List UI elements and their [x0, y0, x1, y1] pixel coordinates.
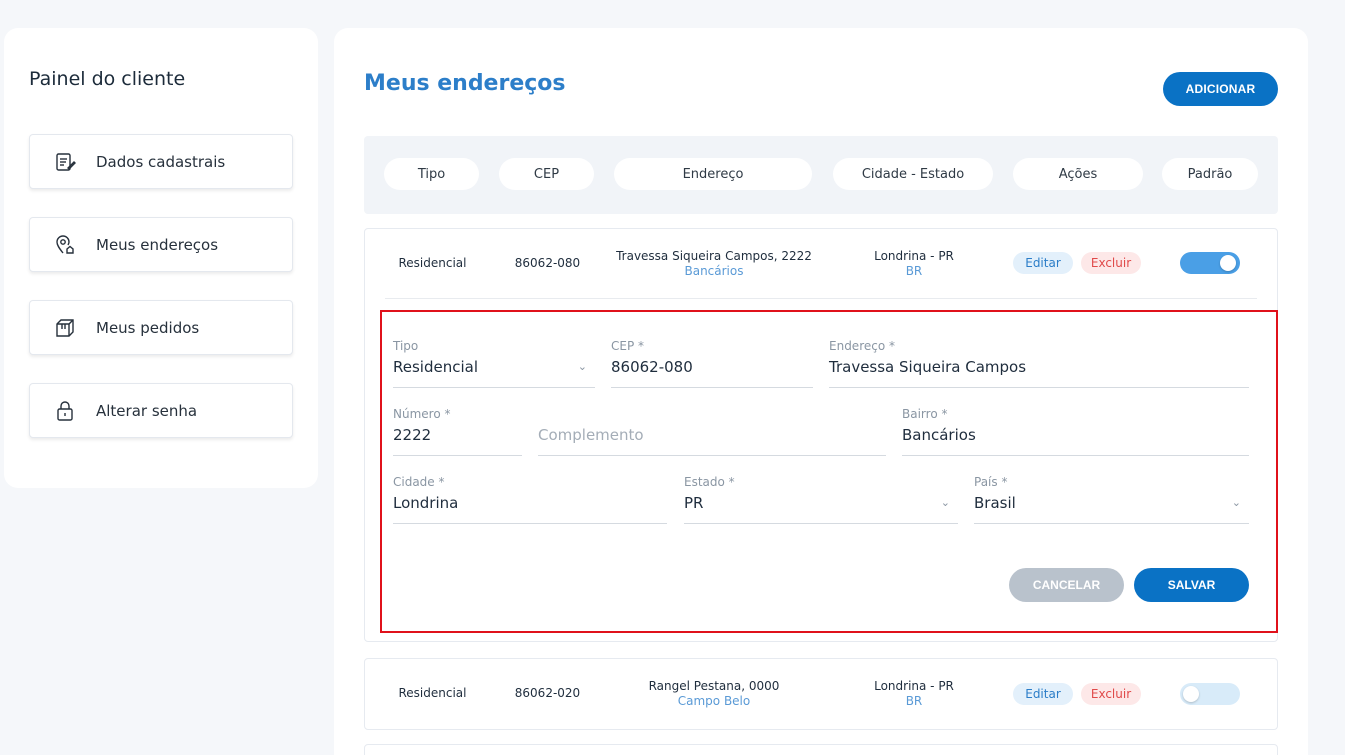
default-toggle[interactable]	[1180, 252, 1240, 274]
column-header-padrao: Padrão	[1162, 158, 1258, 190]
delete-button[interactable]: Excluir	[1081, 252, 1141, 274]
default-toggle[interactable]	[1180, 683, 1240, 705]
cidade-value: Londrina	[393, 494, 459, 512]
row-endereco-street: Travessa Siqueira Campos, 2222	[616, 249, 812, 263]
row-tipo: Residencial	[398, 256, 467, 270]
profile-form-icon	[54, 151, 76, 173]
complemento-placeholder: Complemento	[538, 426, 644, 444]
row-endereco-bairro: Campo Belo	[677, 694, 751, 708]
sidebar: Painel do cliente Dados cadastrais Meus …	[4, 28, 318, 488]
row-cidade: Londrina - PR BR	[834, 249, 994, 279]
numero-label: Número *	[393, 407, 451, 421]
column-header-cidade-estado: Cidade - Estado	[833, 158, 993, 190]
row-endereco-street: Rangel Pestana, 0000	[648, 679, 780, 693]
sidebar-item-label: Alterar senha	[96, 401, 198, 420]
toggle-knob	[1183, 686, 1199, 702]
sidebar-item-meus-enderecos[interactable]: Meus endereços	[29, 217, 293, 272]
row-endereco: Travessa Siqueira Campos, 2222 Bancários	[595, 249, 833, 279]
numero-value: 2222	[393, 426, 432, 444]
cep-value: 86062-080	[611, 358, 693, 376]
cep-field[interactable]: CEP * 86062-080	[611, 320, 813, 388]
tipo-select[interactable]: Tipo Residencial ⌄	[393, 320, 595, 388]
chevron-down-icon: ⌄	[940, 496, 950, 509]
tipo-value: Residencial	[393, 358, 478, 376]
tipo-label: Tipo	[393, 339, 419, 353]
row-pais: BR	[905, 694, 923, 708]
bairro-label: Bairro *	[902, 407, 948, 421]
pais-label: País *	[974, 475, 1008, 489]
map-pin-icon	[54, 234, 76, 256]
add-address-button[interactable]: ADICIONAR	[1163, 72, 1278, 106]
endereco-field[interactable]: Endereço * Travessa Siqueira Campos	[829, 320, 1249, 388]
sidebar-item-dados-cadastrais[interactable]: Dados cadastrais	[29, 134, 293, 189]
row-cep: 86062-080	[514, 256, 581, 270]
complemento-field[interactable]: Complemento	[538, 388, 886, 456]
sidebar-item-alterar-senha[interactable]: Alterar senha	[29, 383, 293, 438]
chevron-down-icon: ⌄	[1231, 496, 1241, 509]
sidebar-item-label: Dados cadastrais	[96, 152, 226, 171]
sidebar-item-label: Meus pedidos	[96, 318, 200, 337]
endereco-label: Endereço *	[829, 339, 895, 353]
row-tipo: Residencial	[398, 686, 467, 700]
column-header-tipo: Tipo	[384, 158, 479, 190]
bairro-field[interactable]: Bairro * Bancários	[902, 388, 1249, 456]
sidebar-item-label: Meus endereços	[96, 235, 219, 254]
row-cidade-estado: Londrina - PR	[874, 249, 954, 263]
pais-select[interactable]: País * Brasil ⌄	[974, 456, 1249, 524]
row-cidade: Londrina - PR BR	[834, 679, 994, 709]
chevron-down-icon: ⌄	[577, 360, 587, 373]
row-endereco: Rangel Pestana, 0000 Campo Belo	[595, 679, 833, 709]
estado-select[interactable]: Estado * PR ⌄	[684, 456, 958, 524]
column-header-cep: CEP	[499, 158, 594, 190]
pais-value: Brasil	[974, 494, 1016, 512]
row-endereco-bairro: Bancários	[684, 264, 744, 278]
toggle-knob	[1220, 255, 1236, 271]
estado-label: Estado *	[684, 475, 735, 489]
save-button[interactable]: SALVAR	[1134, 568, 1249, 602]
lock-icon	[54, 400, 76, 422]
edit-button[interactable]: Editar	[1013, 252, 1073, 274]
column-header-endereco: Endereço	[614, 158, 812, 190]
estado-value: PR	[684, 494, 704, 512]
row-cidade-estado: Londrina - PR	[874, 679, 954, 693]
cancel-button[interactable]: CANCELAR	[1009, 568, 1124, 602]
table-row	[364, 744, 1278, 755]
divider	[385, 298, 1257, 299]
bairro-value: Bancários	[902, 426, 976, 444]
edit-button[interactable]: Editar	[1013, 683, 1073, 705]
cidade-field[interactable]: Cidade * Londrina	[393, 456, 667, 524]
column-header-acoes: Ações	[1013, 158, 1143, 190]
table-header: Tipo CEP Endereço Cidade - Estado Ações …	[364, 136, 1278, 214]
cep-label: CEP *	[611, 339, 645, 353]
endereco-value: Travessa Siqueira Campos	[829, 358, 1027, 376]
numero-field[interactable]: Número * 2222	[393, 388, 522, 456]
page-title: Meus endereços	[364, 71, 566, 96]
table-row: Residencial 86062-020 Rangel Pestana, 00…	[364, 658, 1278, 730]
delete-button[interactable]: Excluir	[1081, 683, 1141, 705]
row-pais: BR	[905, 264, 923, 278]
row-cep: 86062-020	[514, 686, 581, 700]
sidebar-item-meus-pedidos[interactable]: Meus pedidos	[29, 300, 293, 355]
box-icon	[54, 317, 76, 339]
sidebar-title: Painel do cliente	[29, 68, 186, 90]
cidade-label: Cidade *	[393, 475, 445, 489]
